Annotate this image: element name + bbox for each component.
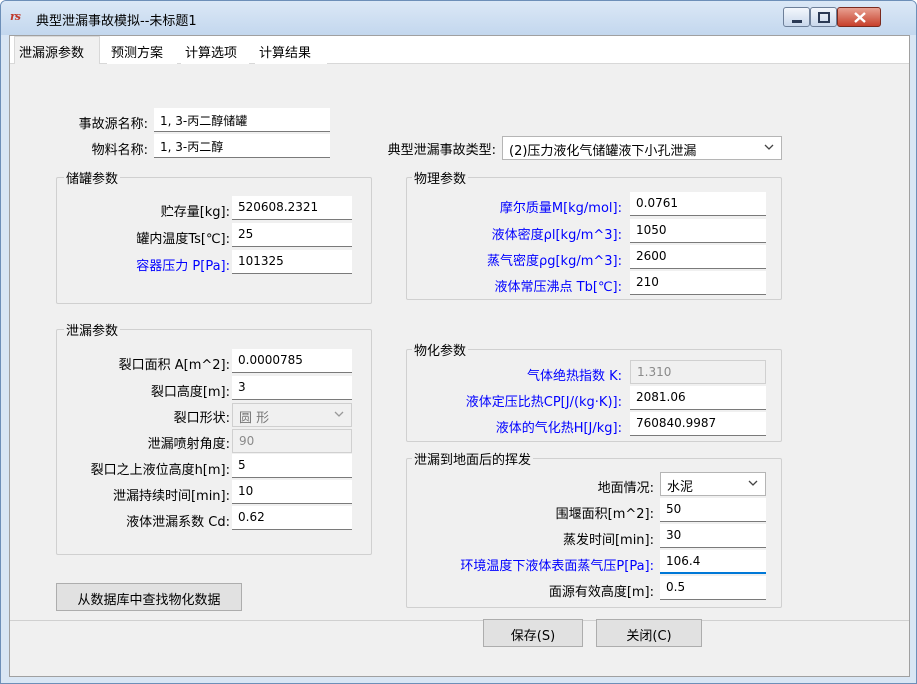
evaporation-time-label: 蒸发时间[min]:: [562, 533, 654, 548]
leak-duration-label: 泄漏持续时间[min]:: [112, 489, 230, 504]
discharge-coef-input[interactable]: 0.62: [232, 506, 352, 530]
adiabatic-index-label: 气体绝热指数 K:: [526, 369, 622, 384]
app-window: rs 典型泄漏事故模拟--未标题1 泄漏源参数 预测方案 计算选项 计算结果 事…: [0, 0, 917, 684]
accident-type-select[interactable]: (2)压力液化气储罐液下小孔泄漏: [502, 136, 782, 160]
molar-mass-input[interactable]: 0.0761: [630, 192, 766, 216]
leak-shape-value: 圆 形: [239, 411, 270, 426]
storage-input[interactable]: 520608.2321: [232, 196, 352, 220]
vessel-pressure-input[interactable]: 101325: [232, 250, 352, 274]
dike-area-label: 围堰面积[m^2]:: [555, 507, 654, 522]
source-name-label: 事故源名称:: [78, 117, 148, 132]
accident-type-label: 典型泄漏事故类型:: [387, 143, 496, 158]
adiabatic-index-input[interactable]: 1.310: [630, 360, 766, 384]
tab-page-leak-source: 事故源名称: 1, 3-丙二醇储罐 物料名称: 1, 3-丙二醇 典型泄漏事故类…: [10, 64, 909, 620]
ground-surface-label: 地面情况:: [597, 481, 654, 496]
boiling-point-input[interactable]: 210: [630, 271, 766, 295]
liquid-level-input[interactable]: 5: [232, 454, 352, 478]
jet-angle-input[interactable]: 90: [232, 429, 352, 453]
dike-area-input[interactable]: 50: [660, 498, 766, 522]
liquid-density-label: 液体密度ρl[kg/m^3]:: [491, 228, 622, 243]
minimize-icon: [792, 20, 802, 23]
molar-mass-label: 摩尔质量M[kg/mol]:: [499, 201, 622, 216]
vapor-density-label: 蒸气密度ρg[kg/m^3]:: [486, 254, 622, 269]
ground-surface-value: 水泥: [667, 480, 694, 495]
source-height-input[interactable]: 0.5: [660, 576, 766, 600]
tank-temp-input[interactable]: 25: [232, 223, 352, 247]
chevron-down-icon: [764, 144, 774, 150]
chemical-params-title: 物化参数: [412, 340, 469, 359]
leak-duration-input[interactable]: 10: [232, 480, 352, 504]
tab-calc-results[interactable]: 计算结果: [255, 39, 327, 64]
title-bar[interactable]: rs 典型泄漏事故模拟--未标题1: [1, 1, 916, 35]
ground-evaporation-title: 泄漏到地面后的挥发: [412, 449, 534, 468]
tab-calc-options[interactable]: 计算选项: [181, 39, 249, 64]
chevron-down-icon: [748, 480, 758, 486]
close-icon: [854, 12, 866, 23]
db-lookup-button[interactable]: 从数据库中查找物化数据: [56, 583, 242, 611]
leak-area-label: 裂口面积 A[m^2]:: [118, 358, 230, 373]
boiling-point-label: 液体常压沸点 Tb[℃]:: [494, 280, 622, 295]
liquid-level-label: 裂口之上液位高度h[m]:: [90, 463, 230, 478]
leak-shape-select[interactable]: 圆 形: [232, 403, 352, 427]
vapor-density-input[interactable]: 2600: [630, 245, 766, 269]
vapor-pressure-label: 环境温度下液体表面蒸气压P[Pa]:: [460, 559, 654, 574]
app-logo-icon: rs: [10, 10, 21, 23]
window-title: 典型泄漏事故模拟--未标题1: [36, 14, 197, 29]
leak-height-label: 裂口高度[m]:: [150, 385, 230, 400]
tank-params-title: 储罐参数: [64, 168, 121, 187]
specific-heat-input[interactable]: 2081.06: [630, 386, 766, 410]
material-name-label: 物料名称:: [91, 143, 148, 158]
footer-divider: [10, 620, 909, 621]
source-height-label: 面源有效高度[m]:: [548, 585, 654, 600]
source-name-input[interactable]: 1, 3-丙二醇储罐: [154, 108, 330, 132]
storage-label: 贮存量[kg]:: [160, 205, 230, 220]
ground-surface-select[interactable]: 水泥: [660, 472, 766, 496]
tank-temp-label: 罐内温度Ts[℃]:: [136, 232, 230, 247]
jet-angle-label: 泄漏喷射角度:: [147, 437, 230, 452]
save-button[interactable]: 保存(S): [483, 619, 583, 647]
vessel-pressure-label: 容器压力 P[Pa]:: [136, 259, 230, 274]
physical-params-title: 物理参数: [412, 168, 469, 187]
tab-leak-source-params[interactable]: 泄漏源参数: [14, 36, 100, 65]
specific-heat-label: 液体定压比热CP[J/(kg·K)]:: [465, 395, 622, 410]
accident-type-value: (2)压力液化气储罐液下小孔泄漏: [509, 144, 697, 159]
discharge-coef-label: 液体泄漏系数 Cd:: [126, 515, 230, 530]
vapor-pressure-input[interactable]: 106.4: [660, 550, 766, 574]
dialog-client: 泄漏源参数 预测方案 计算选项 计算结果 事故源名称: 1, 3-丙二醇储罐 物…: [9, 35, 910, 677]
vaporization-heat-label: 液体的气化热H[J/kg]:: [495, 421, 622, 436]
material-name-input[interactable]: 1, 3-丙二醇: [154, 134, 330, 158]
vaporization-heat-input[interactable]: 760840.9987: [630, 412, 766, 436]
close-button[interactable]: [837, 7, 881, 27]
leak-shape-label: 裂口形状:: [173, 411, 230, 426]
liquid-density-input[interactable]: 1050: [630, 219, 766, 243]
tab-strip: 泄漏源参数 预测方案 计算选项 计算结果: [10, 36, 909, 65]
minimize-button[interactable]: [783, 7, 810, 27]
leak-params-title: 泄漏参数: [64, 320, 121, 339]
tab-forecast-plan[interactable]: 预测方案: [107, 39, 177, 64]
leak-height-input[interactable]: 3: [232, 376, 352, 400]
leak-area-input[interactable]: 0.0000785: [232, 349, 352, 373]
close-dialog-button[interactable]: 关闭(C): [596, 619, 702, 647]
maximize-button[interactable]: [810, 7, 837, 27]
evaporation-time-input[interactable]: 30: [660, 524, 766, 548]
chevron-down-icon: [334, 411, 344, 417]
maximize-icon: [818, 12, 830, 23]
